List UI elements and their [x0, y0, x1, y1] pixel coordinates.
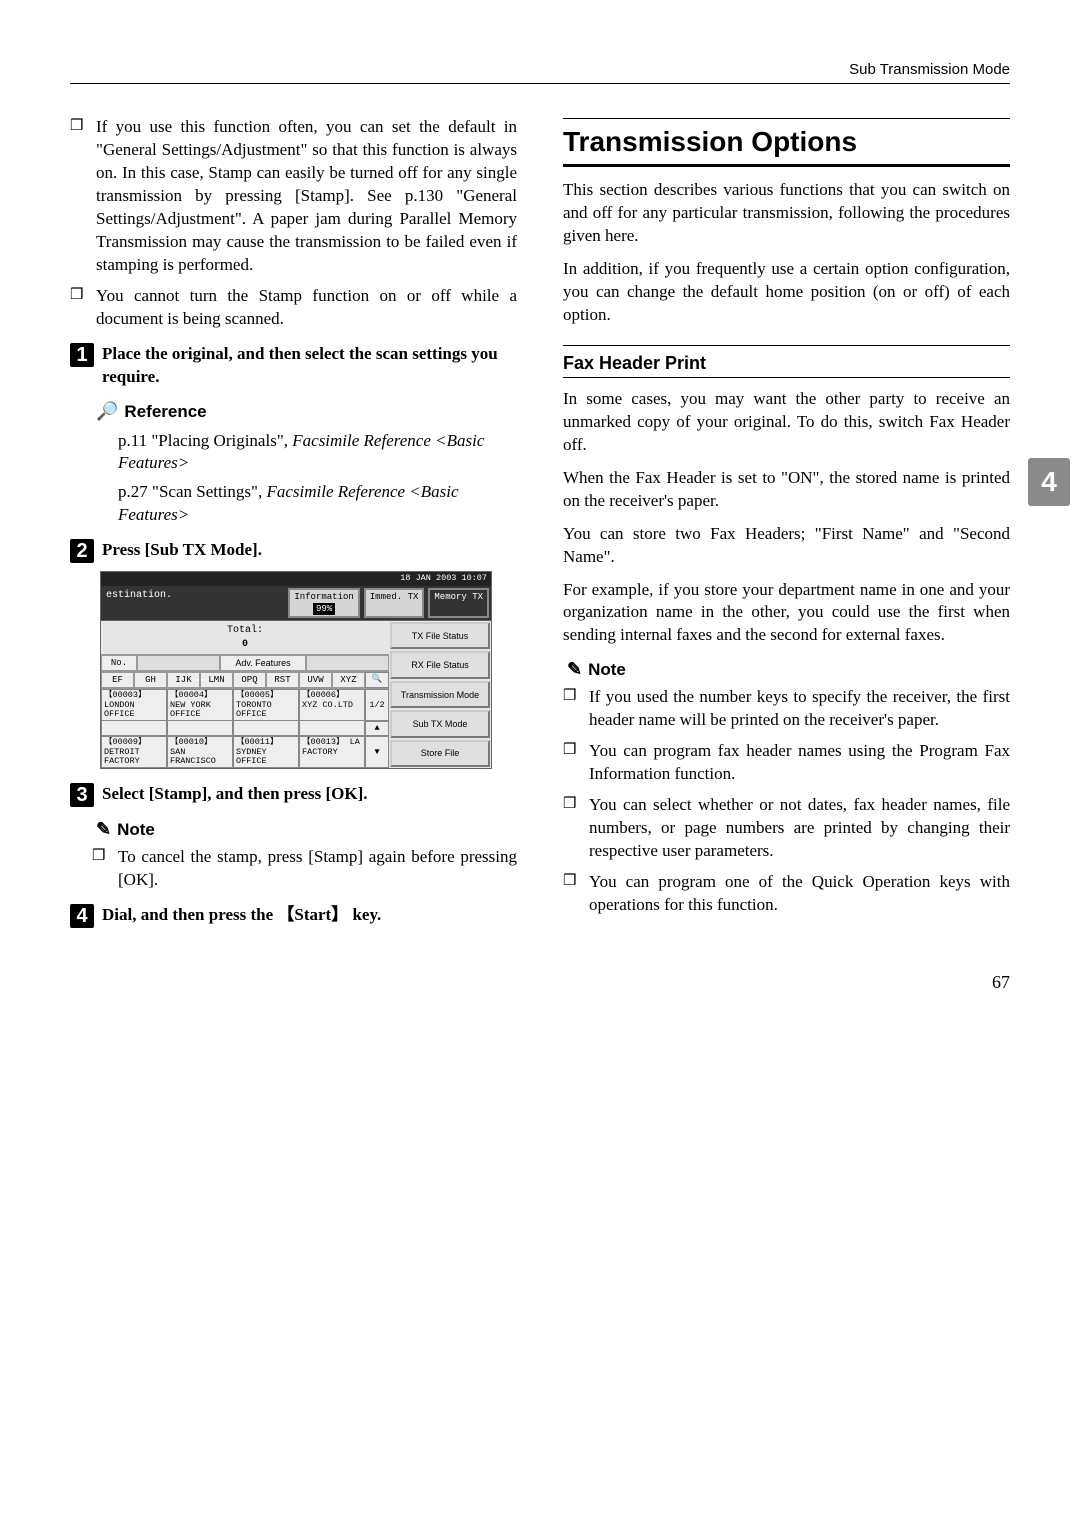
- step-4-badge: 4: [70, 904, 94, 928]
- step-2-badge: 2: [70, 539, 94, 563]
- lcd-transmission-mode-button[interactable]: Transmission Mode: [390, 681, 490, 708]
- lcd-up-arrow-icon[interactable]: ▲: [365, 721, 389, 736]
- step-2-text: Press [Sub TX Mode].: [102, 539, 517, 562]
- step-3-badge: 3: [70, 783, 94, 807]
- lcd-alpha-tab[interactable]: RST: [266, 672, 299, 688]
- lcd-screenshot: 18 JAN 2003 10:07 estination. Informatio…: [100, 571, 492, 769]
- paragraph: You can store two Fax Headers; "First Na…: [563, 523, 1010, 569]
- lcd-tx-file-status-button[interactable]: TX File Status: [390, 622, 490, 649]
- lcd-information-button[interactable]: Information 99%: [288, 588, 359, 618]
- lcd-alpha-tab[interactable]: IJK: [167, 672, 200, 688]
- step-1-text: Place the original, and then select the …: [102, 343, 517, 389]
- step-3-text: Select [Stamp], and then press [OK].: [102, 783, 517, 806]
- reference-text: p.27 "Scan Settings",: [118, 482, 266, 501]
- bullet-item: You cannot turn the Stamp function on or…: [96, 285, 517, 331]
- lcd-dest-cell[interactable]: 【00006】 XYZ CO.LTD: [299, 689, 365, 721]
- running-header: Sub Transmission Mode: [70, 60, 1010, 80]
- paragraph: For example, if you store your departmen…: [563, 579, 1010, 648]
- reference-heading: 🔎 Reference: [96, 399, 517, 424]
- page-number: 67: [70, 970, 1010, 994]
- reference-label: Reference: [124, 402, 206, 421]
- lcd-down-arrow-icon[interactable]: ▼: [365, 736, 389, 768]
- subsection-heading-fax-header-print: Fax Header Print: [563, 345, 1010, 378]
- lcd-timestamp: 18 JAN 2003 10:07: [101, 572, 491, 585]
- lcd-alpha-tab[interactable]: XYZ: [332, 672, 365, 688]
- lcd-rx-file-status-button[interactable]: RX File Status: [390, 651, 490, 678]
- lcd-dest-cell[interactable]: 【00011】 SYDNEY OFFICE: [233, 736, 299, 768]
- lcd-store-file-button[interactable]: Store File: [390, 740, 490, 767]
- header-rule: [70, 83, 1010, 84]
- note-icon: ✎: [567, 659, 582, 679]
- lcd-dest-cell[interactable]: 【00003】 LONDON OFFICE: [101, 689, 167, 721]
- lcd-dest-cell[interactable]: 【00010】 SAN FRANCISCO: [167, 736, 233, 768]
- lcd-info-label: Information: [294, 592, 353, 602]
- lcd-destination: estination.: [101, 586, 286, 620]
- lcd-sub-tx-mode-button[interactable]: Sub TX Mode: [390, 710, 490, 737]
- lcd-alpha-tab[interactable]: OPQ: [233, 672, 266, 688]
- note-bullet: You can program one of the Quick Operati…: [589, 871, 1010, 917]
- note-bullet: You can program fax header names using t…: [589, 740, 1010, 786]
- bullet-item: If you use this function often, you can …: [96, 116, 517, 277]
- reference-icon: 🔎: [96, 401, 118, 421]
- lcd-memory-tx-button[interactable]: Memory TX: [428, 588, 489, 618]
- paragraph: When the Fax Header is set to "ON", the …: [563, 467, 1010, 513]
- step-1-badge: 1: [70, 343, 94, 367]
- paragraph: In some cases, you may want the other pa…: [563, 388, 1010, 457]
- note-heading: ✎ Note: [567, 657, 1010, 682]
- lcd-page-indicator: 1/2: [365, 689, 389, 721]
- lcd-dest-cell[interactable]: 【00004】 NEW YORK OFFICE: [167, 689, 233, 721]
- lcd-total: Total: 0: [101, 621, 389, 654]
- lcd-spacer: [167, 721, 233, 736]
- lcd-field[interactable]: [306, 655, 389, 671]
- lcd-alpha-tab[interactable]: UVW: [299, 672, 332, 688]
- note-label: Note: [117, 820, 155, 839]
- note-label: Note: [588, 660, 626, 679]
- reference-text: p.11 "Placing Originals",: [118, 431, 292, 450]
- step-4-text: Dial, and then press the 【Start】 key.: [102, 904, 517, 927]
- lcd-search-icon[interactable]: 🔍: [365, 672, 389, 688]
- lcd-dest-cell[interactable]: 【00005】 TORONTO OFFICE: [233, 689, 299, 721]
- note-bullet: If you used the number keys to specify t…: [589, 686, 1010, 732]
- lcd-spacer: [233, 721, 299, 736]
- paragraph: This section describes various functions…: [563, 179, 1010, 248]
- lcd-spacer: [101, 721, 167, 736]
- lcd-alpha-tab[interactable]: EF: [101, 672, 134, 688]
- side-tab: 4: [1028, 458, 1070, 506]
- lcd-adv-features-button[interactable]: Adv. Features: [220, 655, 306, 671]
- lcd-no-label: No.: [101, 655, 137, 671]
- reference-body: p.11 "Placing Originals", Facsimile Refe…: [118, 430, 517, 528]
- lcd-alpha-tab[interactable]: LMN: [200, 672, 233, 688]
- lcd-spacer: [299, 721, 365, 736]
- note-bullet: To cancel the stamp, press [Stamp] again…: [118, 846, 517, 892]
- note-icon: ✎: [96, 819, 111, 839]
- lcd-alpha-tab[interactable]: GH: [134, 672, 167, 688]
- section-heading-transmission-options: Transmission Options: [563, 118, 1010, 167]
- lcd-dest-cell[interactable]: 【00013】 LA FACTORY: [299, 736, 365, 768]
- lcd-dest-cell[interactable]: 【00009】 DETROIT FACTORY: [101, 736, 167, 768]
- lcd-immed-tx-button[interactable]: Immed. TX: [364, 588, 425, 618]
- lcd-field[interactable]: [137, 655, 220, 671]
- paragraph: In addition, if you frequently use a cer…: [563, 258, 1010, 327]
- lcd-pct: 99%: [313, 603, 335, 615]
- note-bullet: You can select whether or not dates, fax…: [589, 794, 1010, 863]
- note-heading: ✎ Note: [96, 817, 517, 842]
